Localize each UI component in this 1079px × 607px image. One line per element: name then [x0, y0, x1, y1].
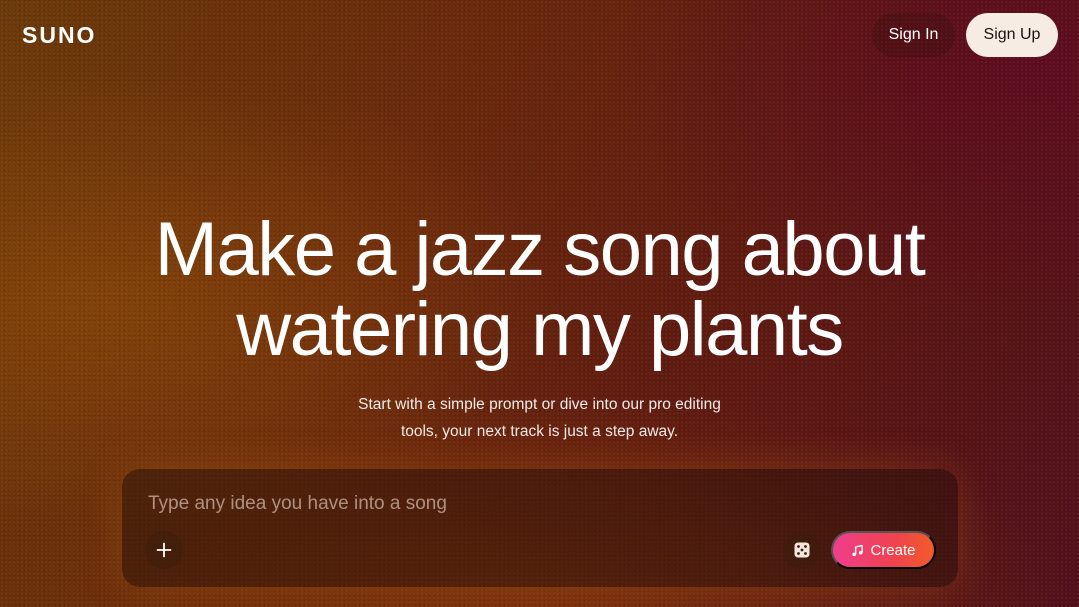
- song-prompt-input[interactable]: [148, 491, 928, 517]
- top-nav: SUNO Sign In Sign Up: [0, 0, 1079, 70]
- subtext-line-2: tools, your next track is just a step aw…: [400, 423, 679, 440]
- create-label: Create: [870, 541, 916, 559]
- sign-in-button[interactable]: Sign In: [872, 13, 955, 57]
- dice-icon: [794, 542, 810, 558]
- music-note-icon: [852, 544, 864, 556]
- hero-headline: Make a jazz song about watering my plant…: [0, 210, 1079, 370]
- add-button[interactable]: [145, 531, 183, 569]
- song-prompt-composer: Create: [122, 469, 958, 587]
- headline-line-1: Make a jazz song about: [154, 207, 926, 292]
- create-button[interactable]: Create: [831, 531, 936, 569]
- suno-logo[interactable]: SUNO: [22, 22, 96, 49]
- plus-icon: [156, 542, 172, 558]
- subtext-line-1: Start with a simple prompt or dive into …: [358, 396, 721, 413]
- random-prompt-button[interactable]: [783, 531, 821, 569]
- headline-line-2: watering my plants: [236, 287, 844, 372]
- hero-subtext: Start with a simple prompt or dive into …: [0, 391, 1079, 445]
- sign-up-button[interactable]: Sign Up: [966, 13, 1058, 57]
